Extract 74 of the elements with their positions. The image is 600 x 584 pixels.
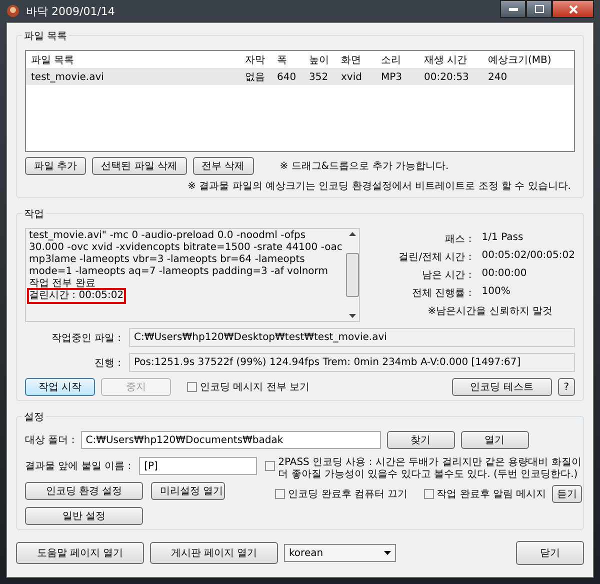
hint-text: ※ 결과물 파일의 예상크기는 인코딩 환경설정에서 비트레이트로 조정 할 수 있습니다. — [186, 180, 571, 193]
progress-field: Pos:1251.9s 37522f (99%) 124.94fps Trem: 0min 234mb A-V:0.000 [1497:67] — [129, 353, 575, 372]
column-header[interactable]: 화면 — [336, 52, 376, 66]
field-label: 진행 : — [93, 356, 122, 370]
table-cell-text: MP3 — [380, 72, 404, 82]
checkbox[interactable]: 인코딩 완료후 컴퓨터 끄기 — [275, 487, 408, 501]
minimize-icon — [508, 8, 518, 10]
folder-button[interactable]: 찾기 — [386, 431, 455, 449]
hint-text: ※남은시간을 신뢰하지 말것 — [428, 305, 554, 318]
folder-field[interactable]: C:₩Users₩hp120₩Documents₩badak — [80, 431, 381, 449]
field-label: 대상 폴더 : — [25, 434, 75, 447]
settings-button[interactable]: 일반 설정 — [25, 507, 143, 525]
maximize-icon — [534, 5, 544, 13]
checkbox[interactable]: 2PASS 인코딩 사용 : 시간은 두배가 걸리지만 같은 용량대비 화질이 더 좋아질 가능성이 있을수 있다고 볼수도 있다. (두번 인코딩한다.) — [265, 457, 582, 481]
column-header[interactable]: 파일 목록 — [26, 52, 240, 66]
preset-button[interactable]: 미리설정 열기 — [151, 482, 225, 500]
stat-label: 걸린/전체 시간 : — [398, 251, 472, 264]
window-title: 바닥 2009/01/14 — [26, 4, 115, 18]
close-button[interactable]: 닫기 — [516, 541, 584, 565]
column-header[interactable]: 높이 — [304, 52, 336, 66]
group-title: 설정 — [22, 410, 46, 424]
column-header[interactable]: 재생 시간 — [419, 52, 483, 66]
file-button[interactable]: 선택된 파일 삭제 — [92, 157, 187, 175]
dropdown-arrow-icon — [384, 551, 391, 555]
stat-label: 남은 시간 : — [421, 269, 472, 282]
stat-label: 패스 : — [444, 233, 472, 246]
field-label: 작업중인 파일 : — [50, 332, 122, 344]
log-line: 걸린시간 : 00:05:02 — [29, 290, 124, 302]
app-icon — [6, 4, 20, 18]
group-title: 파일 목록 — [22, 29, 70, 43]
log-line: 작업 전부 완료 — [29, 278, 96, 290]
checkbox[interactable]: 인코딩 메시지 전부 보기 — [187, 380, 310, 394]
close-icon — [568, 4, 578, 14]
down-arrow-icon — [348, 314, 356, 318]
scroll-thumb[interactable] — [346, 253, 359, 297]
minimize-button[interactable] — [500, 0, 526, 18]
table-cell-text: 352 — [308, 72, 330, 82]
table-cell-text: xvid — [340, 72, 363, 82]
column-header[interactable]: 폭 — [272, 52, 304, 66]
page-button[interactable]: 도움말 페이지 열기 — [16, 542, 144, 564]
table-cell-text: 00:20:53 — [423, 72, 470, 82]
table-cell-text: 없음 — [244, 71, 266, 84]
stat-value: 100% — [482, 286, 510, 299]
current-file-field: C:₩Users₩hp120₩Desktop₩test₩test_movie.avi — [129, 328, 575, 347]
checkbox[interactable]: 작업 완료후 알림 메시지 — [424, 487, 546, 501]
up-arrow-icon — [348, 232, 356, 236]
group-title: 작업 — [22, 207, 46, 221]
stat-value: 1/1 Pass — [482, 232, 524, 245]
table-cell-text: 240 — [487, 72, 508, 82]
language-dropdown[interactable]: korean — [284, 544, 396, 562]
close-button[interactable] — [552, 0, 594, 18]
stat-value: 00:00:00 — [482, 268, 527, 281]
column-header[interactable]: 예상크기(MB) — [483, 52, 561, 66]
field-label: 결과물 앞에 붙일 이름 : — [25, 460, 132, 473]
folder-button[interactable]: 열기 — [460, 431, 529, 449]
test-button[interactable]: 인코딩 테스트 — [452, 378, 552, 396]
hint-text: ※ 드래그&드롭으로 추가 가능합니다. — [280, 160, 449, 173]
column-header[interactable]: 소리 — [376, 52, 419, 66]
table-cell-text: 640 — [276, 72, 298, 82]
settings-button[interactable]: 인코딩 환경 설정 — [25, 482, 143, 500]
page-button[interactable]: 게시판 페이지 열기 — [150, 542, 278, 564]
file-row[interactable]: test_movie.avi 없음 640 352 xvid MP3 00:20:53 240 — [26, 69, 574, 85]
table-cell-text: test_movie.avi — [30, 72, 105, 82]
test-button[interactable]: ? — [558, 378, 575, 396]
file-button[interactable]: 파일 추가 — [25, 157, 86, 175]
listen-button[interactable]: 듣기 — [552, 485, 582, 503]
stat-value: 00:05:02/00:05:02 — [482, 250, 575, 263]
log-line: test_movie.avi" -mc 0 -audio-preload 0.0 -noodml -ofps 30.000 -ovc xvid -xvidencopts bitrate=1500 -srate 44100 -oac mp3lame -lameopts vbr=3 -lameopts br=64 -lameopts mode=1 -lameopts aq=7 -lameopts padding=3 -af volnorm — [29, 230, 343, 278]
job-button[interactable]: 작업 시작 — [25, 378, 95, 396]
stat-label: 전체 진행률 : — [411, 287, 472, 300]
maximize-button[interactable] — [526, 0, 552, 18]
prefix-field[interactable]: [P] — [139, 457, 258, 475]
column-header[interactable]: 자막 — [240, 52, 272, 66]
file-button[interactable]: 전부 삭제 — [192, 157, 254, 175]
